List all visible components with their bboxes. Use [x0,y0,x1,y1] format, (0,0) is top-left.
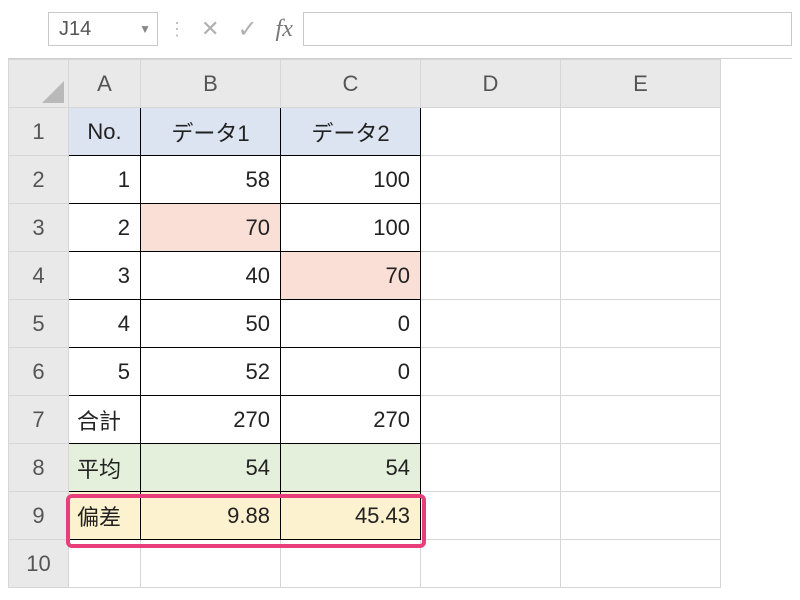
table-row: 8 平均 54 54 [9,444,721,492]
cell[interactable] [421,492,561,540]
cell[interactable]: 3 [69,252,141,300]
cell[interactable]: 合計 [69,396,141,444]
cell[interactable] [421,108,561,156]
row-header[interactable]: 8 [9,444,69,492]
table-row: 9 偏差 9.88 45.43 [9,492,721,540]
col-header-A[interactable]: A [69,60,141,108]
cell[interactable]: 54 [281,444,421,492]
cell[interactable] [421,396,561,444]
cell[interactable]: 9.88 [141,492,281,540]
cell[interactable] [561,396,721,444]
cell[interactable]: No. [69,108,141,156]
cell[interactable]: 100 [281,204,421,252]
cell[interactable] [561,492,721,540]
cell[interactable]: 52 [141,348,281,396]
row-header[interactable]: 5 [9,300,69,348]
worksheet-grid[interactable]: A B C D E 1 No. データ1 データ2 2 1 58 100 [8,59,792,588]
cell[interactable] [421,540,561,588]
table-row: 10 [9,540,721,588]
cell[interactable]: 70 [141,204,281,252]
cell[interactable] [561,348,721,396]
confirm-icon[interactable]: ✓ [237,15,257,44]
cell[interactable] [421,300,561,348]
fx-icon[interactable]: fx [276,16,293,43]
row-header[interactable]: 10 [9,540,69,588]
name-box-value: J14 [59,18,91,41]
col-header-D[interactable]: D [421,60,561,108]
cell[interactable]: 平均 [69,444,141,492]
cell[interactable]: データ2 [281,108,421,156]
cell[interactable]: 0 [281,300,421,348]
chevron-down-icon[interactable]: ▼ [139,22,151,36]
cell[interactable] [69,540,141,588]
cell[interactable] [561,204,721,252]
cell[interactable]: 1 [69,156,141,204]
drag-handle-icon: ⋮ [168,19,183,40]
cell[interactable]: 70 [281,252,421,300]
cancel-icon[interactable]: ✕ [201,16,219,42]
row-header[interactable]: 4 [9,252,69,300]
cell[interactable]: 2 [69,204,141,252]
table-row: 5 4 50 0 [9,300,721,348]
col-header-C[interactable]: C [281,60,421,108]
col-header-B[interactable]: B [141,60,281,108]
cell[interactable] [421,204,561,252]
column-header-row: A B C D E [9,60,721,108]
cell[interactable]: 偏差 [69,492,141,540]
row-header[interactable]: 3 [9,204,69,252]
cell[interactable]: データ1 [141,108,281,156]
cell[interactable] [421,348,561,396]
row-header[interactable]: 2 [9,156,69,204]
table-row: 3 2 70 100 [9,204,721,252]
cell[interactable]: 45.43 [281,492,421,540]
cell[interactable] [561,540,721,588]
cell[interactable] [561,156,721,204]
cell[interactable]: 270 [141,396,281,444]
spreadsheet-window: J14 ▼ ⋮ ✕ ✓ fx A B C D E 1 No. [0,0,800,600]
col-header-E[interactable]: E [561,60,721,108]
table-row: 4 3 40 70 [9,252,721,300]
formula-bar: J14 ▼ ⋮ ✕ ✓ fx [8,8,792,59]
formula-input[interactable] [303,12,792,46]
cell[interactable] [561,108,721,156]
table-row: 7 合計 270 270 [9,396,721,444]
cell[interactable] [421,156,561,204]
cell[interactable] [141,540,281,588]
cell[interactable]: 4 [69,300,141,348]
cell[interactable]: 0 [281,348,421,396]
cell[interactable] [421,444,561,492]
cell[interactable]: 50 [141,300,281,348]
table-row: 2 1 58 100 [9,156,721,204]
row-header[interactable]: 9 [9,492,69,540]
table-row: 1 No. データ1 データ2 [9,108,721,156]
select-all-corner[interactable] [9,60,69,108]
name-box[interactable]: J14 ▼ [48,12,158,46]
row-header[interactable]: 1 [9,108,69,156]
cell[interactable] [281,540,421,588]
cell[interactable]: 100 [281,156,421,204]
cell[interactable] [561,444,721,492]
table-row: 6 5 52 0 [9,348,721,396]
cell[interactable]: 58 [141,156,281,204]
cell[interactable] [561,252,721,300]
cell[interactable]: 5 [69,348,141,396]
cell[interactable] [421,252,561,300]
cell[interactable]: 270 [281,396,421,444]
row-header[interactable]: 7 [9,396,69,444]
formula-controls: ⋮ ✕ ✓ fx [168,15,293,44]
cell[interactable]: 54 [141,444,281,492]
cell[interactable]: 40 [141,252,281,300]
cell[interactable] [561,300,721,348]
row-header[interactable]: 6 [9,348,69,396]
